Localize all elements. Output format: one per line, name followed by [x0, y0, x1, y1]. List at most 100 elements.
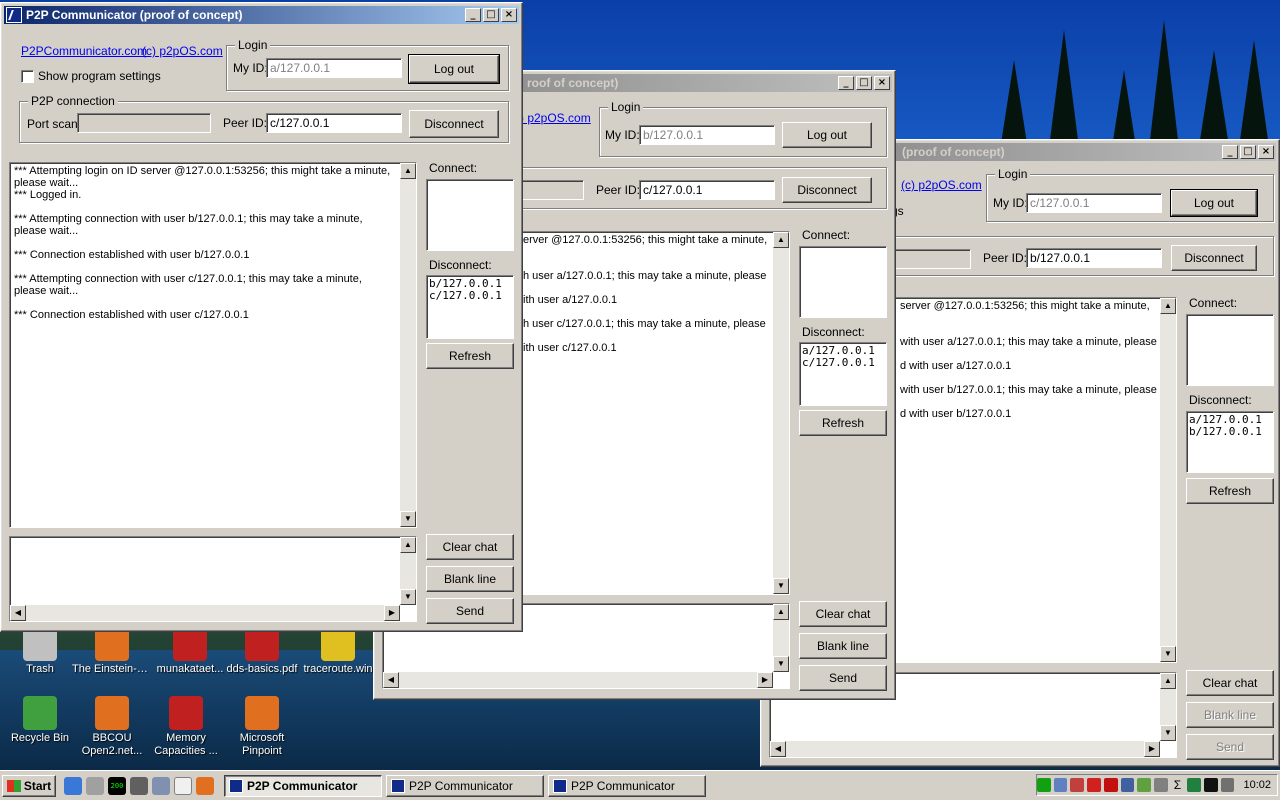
scroll-up-arrow[interactable]: ▲ — [773, 604, 789, 620]
scroll-up-arrow[interactable]: ▲ — [400, 537, 416, 553]
scroll-left-arrow[interactable]: ◀ — [770, 741, 786, 757]
minimize-button[interactable]: _ — [1222, 145, 1238, 159]
blank-line-button[interactable]: Blank line — [799, 633, 887, 659]
clear-chat-button[interactable]: Clear chat — [799, 601, 887, 627]
black-app-icon[interactable] — [1204, 778, 1218, 792]
scroll-right-arrow[interactable]: ▶ — [384, 605, 400, 621]
desktop-icon-bbcou[interactable]: BBCOU Open2.net... — [72, 696, 152, 758]
taskbar-button-p2p-3[interactable]: P2P Communicator — [548, 774, 706, 797]
network-icon[interactable] — [1053, 778, 1068, 792]
list-item[interactable]: c/127.0.0.1 — [429, 290, 511, 302]
scroll-down-arrow[interactable]: ▼ — [400, 589, 416, 605]
website-link[interactable]: P2PCommunicator.com — [21, 44, 147, 58]
refresh-button[interactable]: Refresh — [426, 343, 514, 369]
desktop-icon-memory-capacities[interactable]: Memory Capacities ... — [146, 696, 226, 758]
connect-list[interactable] — [426, 179, 514, 251]
my-id-field[interactable]: c/127.0.0.1 — [1026, 193, 1162, 213]
update-icon[interactable] — [1137, 778, 1151, 792]
scroll-up-arrow[interactable]: ▲ — [773, 232, 789, 248]
console-icon[interactable]: 200 — [108, 776, 126, 795]
scroll-down-arrow[interactable]: ▼ — [1160, 646, 1176, 662]
message-input[interactable]: ▲ ▼ ◀ ▶ — [9, 536, 417, 622]
document-icon[interactable] — [174, 776, 192, 795]
chat-log-scrollbar[interactable]: ▲ ▼ — [400, 163, 416, 527]
maximize-button[interactable]: □ — [856, 76, 872, 90]
shield-icon[interactable] — [1087, 778, 1101, 792]
scroll-down-arrow[interactable]: ▼ — [773, 578, 789, 594]
speaker-icon[interactable] — [1220, 778, 1235, 792]
chat-log-scrollbar[interactable]: ▲ ▼ — [1160, 298, 1176, 662]
send-button[interactable]: Send — [1186, 734, 1274, 760]
horizontal-scrollbar[interactable]: ◀ ▶ — [10, 605, 400, 621]
list-item[interactable]: b/127.0.0.1 — [1189, 426, 1271, 438]
scroll-left-arrow[interactable]: ◀ — [10, 605, 26, 621]
disconnect-button[interactable]: Disconnect — [782, 177, 872, 203]
send-button[interactable]: Send — [426, 598, 514, 624]
close-button[interactable]: × — [1258, 145, 1274, 159]
disconnect-button[interactable]: Disconnect — [409, 110, 499, 138]
refresh-button[interactable]: Refresh — [1186, 478, 1274, 504]
chat-log-scrollbar[interactable]: ▲ ▼ — [773, 232, 789, 594]
disconnect-list[interactable]: a/127.0.0.1 c/127.0.0.1 — [799, 342, 887, 406]
horizontal-scrollbar[interactable]: ◀ ▶ — [383, 672, 773, 688]
copyright-link[interactable]: (c) p2pOS.com — [901, 178, 982, 192]
close-button[interactable]: × — [874, 76, 890, 90]
monitor-icon[interactable] — [1120, 778, 1135, 792]
scroll-down-arrow[interactable]: ▼ — [1160, 725, 1176, 741]
horizontal-scrollbar[interactable]: ◀ ▶ — [770, 741, 1160, 757]
desktop-icon-munakata[interactable]: munakataet... — [150, 627, 230, 676]
sigma-icon[interactable]: Σ — [1170, 778, 1185, 792]
scroll-up-arrow[interactable]: ▲ — [400, 163, 416, 179]
show-desktop-icon[interactable] — [86, 776, 104, 795]
tools-icon[interactable] — [130, 776, 148, 795]
p2p-window-a[interactable]: P2P Communicator (proof of concept) _ □ … — [0, 2, 523, 632]
disconnect-list[interactable]: a/127.0.0.1 b/127.0.0.1 — [1186, 411, 1274, 473]
maximize-button[interactable]: □ — [483, 8, 499, 22]
clear-chat-button[interactable]: Clear chat — [1186, 670, 1274, 696]
chat-log[interactable]: *** Attempting login on ID server @127.0… — [9, 162, 417, 528]
scroll-right-arrow[interactable]: ▶ — [757, 672, 773, 688]
peer-id-field[interactable]: c/127.0.0.1 — [639, 180, 775, 200]
desktop-icon-dds-basics[interactable]: dds-basics.pdf — [222, 627, 302, 676]
blank-line-button[interactable]: Blank line — [426, 566, 514, 592]
scroll-up-arrow[interactable]: ▲ — [1160, 673, 1176, 689]
ie-icon[interactable] — [64, 776, 82, 795]
show-settings-checkbox[interactable] — [21, 70, 34, 83]
blank-line-button[interactable]: Blank line — [1186, 702, 1274, 728]
copyright-link[interactable]: ) p2pOS.com — [520, 111, 591, 125]
logout-button[interactable]: Log out — [782, 122, 872, 148]
scroll-right-arrow[interactable]: ▶ — [1144, 741, 1160, 757]
disconnect-list[interactable]: b/127.0.0.1 c/127.0.0.1 — [426, 275, 514, 339]
copyright-link[interactable]: (c) p2pOS.com — [142, 44, 223, 58]
desktop-icon-einstein[interactable]: The Einstein-Po... — [72, 627, 152, 676]
acrobat-icon[interactable] — [1103, 778, 1118, 792]
minimize-button[interactable]: _ — [838, 76, 854, 90]
firefox-icon[interactable] — [196, 776, 214, 795]
green-status-icon[interactable] — [1037, 778, 1051, 792]
clock[interactable]: 10:02 — [1243, 779, 1271, 791]
minimize-button[interactable]: _ — [465, 8, 481, 22]
network-disabled-icon[interactable] — [1070, 778, 1085, 792]
peer-id-field[interactable]: b/127.0.0.1 — [1026, 248, 1162, 268]
scroll-down-arrow[interactable]: ▼ — [400, 511, 416, 527]
hardware-icon[interactable] — [1153, 778, 1168, 792]
scroll-left-arrow[interactable]: ◀ — [383, 672, 399, 688]
list-item[interactable]: c/127.0.0.1 — [802, 357, 884, 369]
desktop-icon-traceroute[interactable]: traceroute.win — [298, 627, 378, 676]
my-id-field[interactable]: a/127.0.0.1 — [266, 58, 402, 78]
taskbar-button-p2p-2[interactable]: P2P Communicator — [386, 774, 544, 797]
start-button[interactable]: Start — [2, 774, 56, 797]
connect-list[interactable] — [799, 246, 887, 318]
peer-id-field[interactable]: c/127.0.0.1 — [266, 113, 402, 133]
my-id-field[interactable]: b/127.0.0.1 — [639, 125, 775, 145]
connect-list[interactable] — [1186, 314, 1274, 386]
desktop-icon-trash[interactable]: Trash — [0, 627, 80, 676]
send-button[interactable]: Send — [799, 665, 887, 691]
title-bar[interactable]: P2P Communicator (proof of concept) _ □ … — [4, 6, 519, 24]
logout-button[interactable]: Log out — [1170, 189, 1258, 217]
calculator-icon[interactable] — [152, 776, 170, 795]
scroll-down-arrow[interactable]: ▼ — [773, 656, 789, 672]
desktop-icon-recycle-bin[interactable]: Recycle Bin — [0, 696, 80, 745]
close-button[interactable]: × — [501, 8, 517, 22]
excel-icon[interactable] — [1187, 778, 1202, 792]
